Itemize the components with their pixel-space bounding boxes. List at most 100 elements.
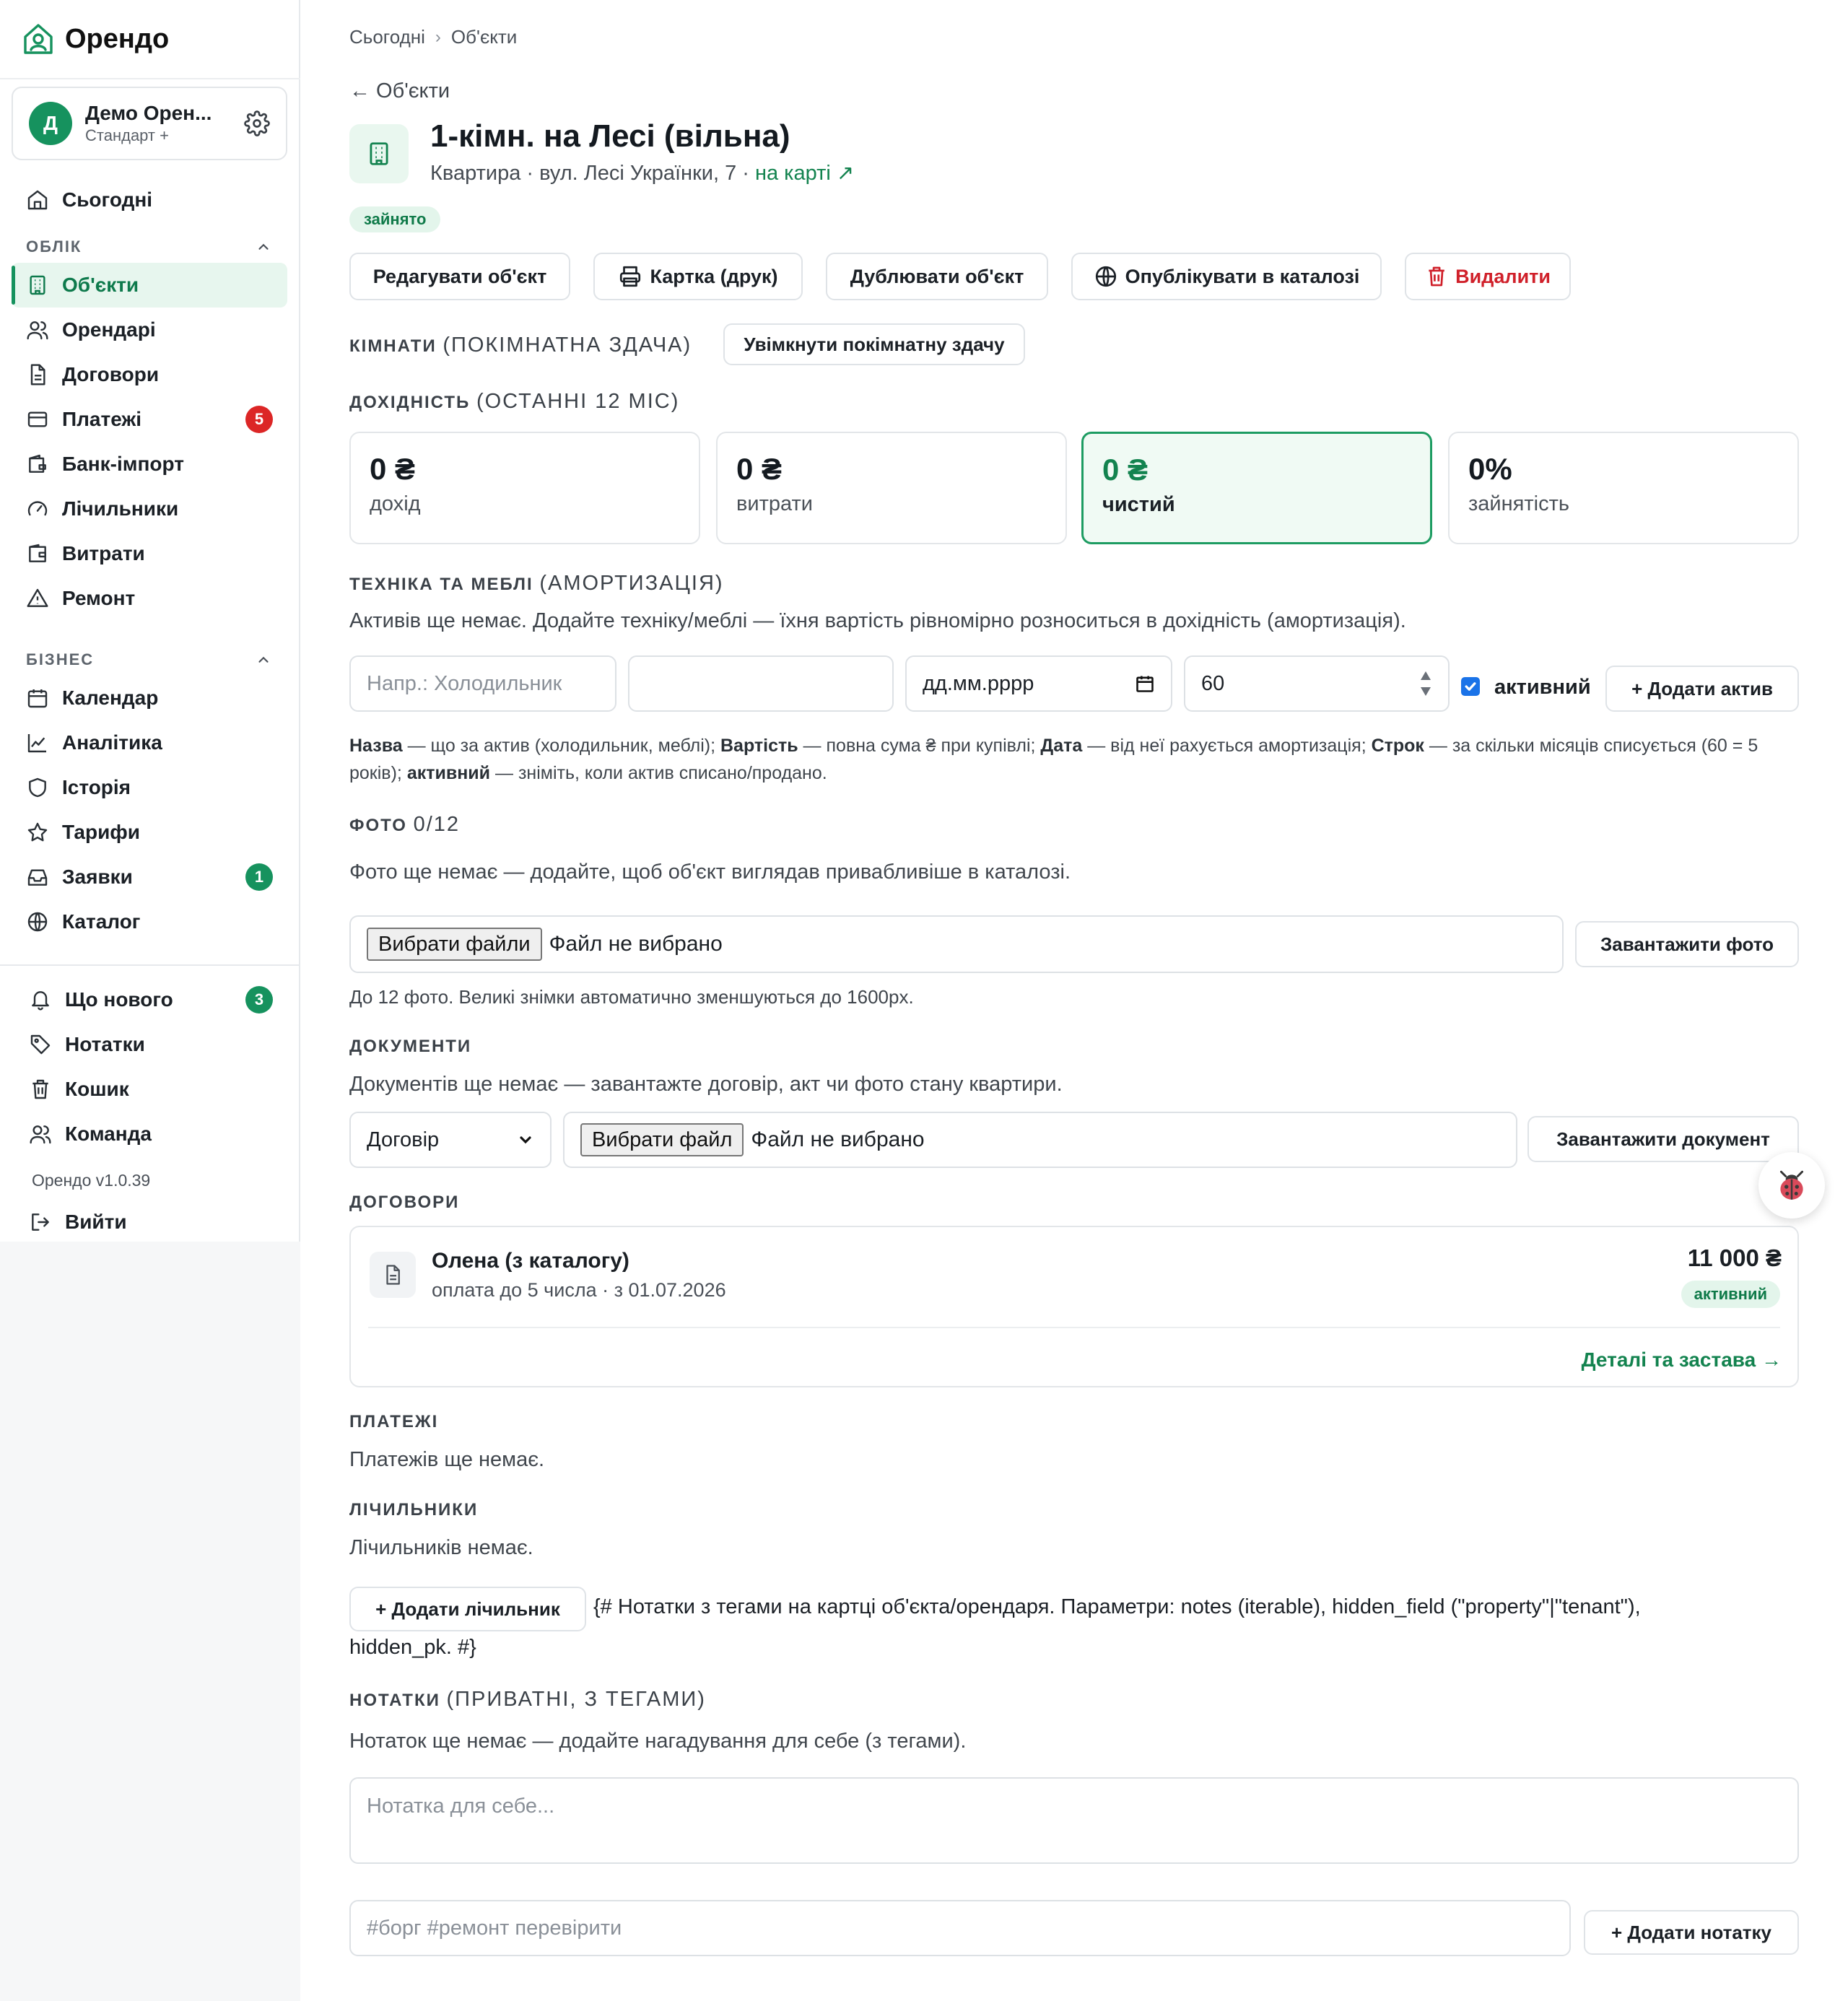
nav-item-requests[interactable]: Заявки 1 xyxy=(12,855,287,899)
account-switcher[interactable]: Д Демо Орен... Стандарт + xyxy=(12,87,287,160)
nav-item-properties[interactable]: Об'єкти xyxy=(12,263,287,308)
enable-room-rental-button[interactable]: Увімкнути покімнатну здачу xyxy=(723,323,1025,365)
building-icon xyxy=(370,142,388,165)
globe-icon xyxy=(27,912,48,932)
gear-icon[interactable] xyxy=(244,110,270,136)
asset-active-label: активний xyxy=(1494,676,1591,699)
section-label-business[interactable]: БІЗНЕС xyxy=(12,644,287,676)
meters-empty-text: Лічильників немає. xyxy=(349,1536,533,1559)
trash-icon xyxy=(1429,266,1444,287)
nav-item-bank-import[interactable]: Банк-імпорт xyxy=(12,442,287,487)
nav-item-today[interactable]: Сьогодні xyxy=(12,178,287,222)
stat-expenses: 0 ₴ витрати xyxy=(716,432,1067,544)
asset-date-input[interactable]: дд.мм.рррр xyxy=(905,655,1172,712)
account-plan: Стандарт + xyxy=(85,126,169,144)
nav-item-analytics[interactable]: Аналітика xyxy=(12,720,287,765)
calendar-icon xyxy=(27,689,48,708)
print-card-button[interactable]: Картка (друк) xyxy=(593,253,803,300)
delete-property-button[interactable]: Видалити xyxy=(1405,253,1571,300)
add-note-button[interactable]: + Додати нотатку xyxy=(1584,1910,1799,1955)
calendar-icon[interactable] xyxy=(1135,673,1155,694)
edit-property-button[interactable]: Редагувати об'єкт xyxy=(349,253,570,300)
payments-heading: ПЛАТЕЖІ xyxy=(349,1412,439,1431)
nav-main: Сьогодні xyxy=(12,178,287,222)
brand[interactable]: Орендо xyxy=(22,19,169,59)
trash-icon xyxy=(32,1079,48,1099)
sidebar-divider xyxy=(0,964,300,966)
check-icon xyxy=(1465,682,1476,691)
nav-item-trash[interactable]: Кошик xyxy=(14,1067,290,1112)
requests-badge: 1 xyxy=(245,863,273,891)
back-link[interactable]: ← Об'єкти xyxy=(349,79,450,103)
logout-icon xyxy=(32,1213,49,1231)
map-link[interactable]: на карті ↗ xyxy=(755,162,854,185)
breadcrumb-home[interactable]: Сьогодні xyxy=(349,26,425,48)
sidebar-background xyxy=(0,1242,300,2001)
nav-item-tenants[interactable]: Орендарі xyxy=(12,308,287,352)
asset-term-input[interactable]: 60 xyxy=(1184,655,1450,712)
no-file-text: Файл не вибрано xyxy=(751,1128,925,1151)
nav-item-whats-new[interactable]: Що нового 3 xyxy=(14,977,290,1022)
add-asset-button[interactable]: + Додати актив xyxy=(1605,666,1799,712)
contract-card[interactable]: Олена (з каталогу) оплата до 5 числа · з… xyxy=(349,1226,1799,1387)
document-file-input[interactable]: Вибрати файл Файл не вибрано xyxy=(563,1112,1517,1168)
receipt-icon xyxy=(29,544,46,562)
nav-item-expenses[interactable]: Витрати xyxy=(12,531,287,576)
duplicate-property-button[interactable]: Дублювати об'єкт xyxy=(826,253,1048,300)
template-comment-line2: hidden_pk. #} xyxy=(349,1636,476,1659)
choose-files-button[interactable]: Вибрати файли xyxy=(367,928,542,961)
printer-icon xyxy=(620,266,641,287)
assets-heading: ТЕХНІКА ТА МЕБЛІ (АМОРТИЗАЦІЯ) xyxy=(349,572,724,595)
account-name: Демо Орен... xyxy=(85,102,212,124)
nav-item-meters[interactable]: Лічильники xyxy=(12,487,287,531)
nav-item-history[interactable]: Історія xyxy=(12,765,287,810)
nav-item-calendar[interactable]: Календар xyxy=(12,676,287,720)
contracts-heading: ДОГОВОРИ xyxy=(349,1193,460,1212)
nav-item-repair[interactable]: Ремонт xyxy=(12,576,287,621)
stat-income: 0 ₴ дохід xyxy=(349,432,700,544)
brand-name: Орендо xyxy=(65,23,170,54)
chart-line-icon xyxy=(27,734,46,753)
nav-item-contracts[interactable]: Договори xyxy=(12,352,287,397)
asset-name-input[interactable]: Напр.: Холодильник xyxy=(349,655,616,712)
no-file-text: Файл не вибрано xyxy=(549,932,723,956)
stepper-icon[interactable] xyxy=(1419,670,1432,697)
section-label-accounting[interactable]: ОБЛІК xyxy=(12,231,287,263)
nav-item-notes[interactable]: Нотатки xyxy=(14,1022,290,1067)
users-icon xyxy=(30,1125,51,1144)
nav-item-team[interactable]: Команда xyxy=(14,1112,290,1156)
meters-heading: ЛІЧИЛЬНИКИ xyxy=(349,1500,479,1520)
upload-photos-button[interactable]: Завантажити фото xyxy=(1575,921,1799,967)
photos-hint: До 12 фото. Великі знімки автоматично зм… xyxy=(349,986,914,1008)
documents-empty-text: Документів ще немає — завантажте договір… xyxy=(349,1073,1063,1096)
bug-report-button[interactable] xyxy=(1758,1152,1825,1219)
stat-net: 0 ₴ чистий xyxy=(1081,432,1432,544)
users-icon xyxy=(27,321,48,340)
asset-cost-input[interactable] xyxy=(628,655,894,712)
nav-item-catalog[interactable]: Каталог xyxy=(12,899,287,944)
photos-empty-text: Фото ще немає — додайте, щоб об'єкт вигл… xyxy=(349,860,1071,884)
note-tags-input[interactable]: #борг #ремонт перевірити xyxy=(349,1900,1571,1956)
nav-item-tariffs[interactable]: Тарифи xyxy=(12,810,287,855)
note-text-input[interactable]: Нотатка для себе... xyxy=(349,1777,1799,1864)
inbox-icon xyxy=(27,869,48,886)
upload-document-button[interactable]: Завантажити документ xyxy=(1527,1116,1799,1162)
choose-file-button[interactable]: Вибрати файл xyxy=(580,1123,744,1156)
nav-item-payments[interactable]: Платежі 5 xyxy=(12,397,287,442)
property-subtitle: Квартира · вул. Лесі Українки, 7 · на ка… xyxy=(430,162,855,185)
add-meter-button[interactable]: + Додати лічильник xyxy=(349,1587,586,1631)
logout-button[interactable]: Вийти xyxy=(14,1200,290,1244)
asset-active-checkbox[interactable] xyxy=(1461,677,1480,696)
contract-status-badge: активний xyxy=(1681,1281,1780,1308)
ladybug-icon xyxy=(1779,1170,1804,1200)
nav-logout: Вийти xyxy=(14,1200,290,1244)
publish-catalog-button[interactable]: Опублікувати в каталозі xyxy=(1071,253,1382,300)
documents-heading: ДОКУМЕНТИ xyxy=(349,1037,472,1056)
nav-footer: Що нового 3 Нотатки Кошик Команда xyxy=(14,977,290,1156)
document-type-select[interactable]: Договір xyxy=(349,1112,552,1168)
photo-file-input[interactable]: Вибрати файли Файл не вибрано xyxy=(349,915,1564,973)
contract-details-link[interactable]: Деталі та застава → xyxy=(1582,1348,1782,1372)
wallet-icon xyxy=(29,454,46,473)
property-icon xyxy=(349,124,409,183)
stat-occupancy: 0% зайнятість xyxy=(1448,432,1799,544)
